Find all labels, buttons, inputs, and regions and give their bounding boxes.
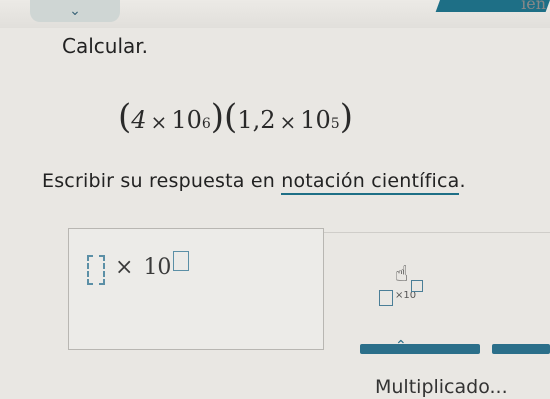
answer-times-sign: ×: [115, 255, 134, 280]
coef-a: 4: [131, 106, 147, 134]
chevron-up-icon[interactable]: ⌃: [395, 338, 407, 354]
top-bar: ⌄ ien: [0, 0, 550, 28]
divider: [322, 232, 550, 233]
math-expression: ( 4 × 10 6 ) ( 1,2 × 10 5 ): [118, 100, 353, 134]
base-b: 10: [300, 106, 331, 134]
coefficient-input[interactable]: [87, 255, 105, 285]
tab-active-indicator[interactable]: [360, 344, 480, 354]
times-sign-a: ×: [150, 110, 168, 134]
mantissa-box-icon: [379, 290, 393, 306]
exponent-b: 5: [330, 116, 340, 132]
exponent-input[interactable]: [173, 251, 190, 271]
exponent-box-icon: [411, 280, 423, 292]
bottom-section-label: Multiplicado...: [375, 376, 508, 398]
base-a: 10: [171, 106, 202, 134]
open-paren-2: (: [224, 97, 238, 137]
instruction-suffix: .: [459, 170, 466, 192]
instruction-prefix: Escribir su respuesta en: [42, 170, 282, 192]
answer-base: 10: [143, 255, 172, 280]
collapse-tab[interactable]: ⌄: [30, 0, 120, 22]
problem-prompt: Calcular.: [62, 34, 149, 58]
close-paren: ): [210, 97, 225, 137]
answer-box: × 10: [68, 228, 324, 350]
pointer-hand-icon: ☝: [395, 262, 409, 287]
answer-template: × 10: [87, 251, 190, 285]
coef-b: 1,2: [237, 106, 276, 134]
tab-indicator[interactable]: [492, 344, 550, 354]
times-sign-b: ×: [279, 110, 297, 134]
exponent-a: 6: [201, 116, 211, 132]
header-partial-text: ien: [521, 0, 546, 13]
close-paren-2: ): [339, 97, 353, 137]
scientific-notation-link[interactable]: notación científica: [281, 170, 460, 195]
chevron-down-icon: ⌄: [69, 3, 81, 19]
bottom-tab-bar: [360, 344, 550, 356]
instruction-text: Escribir su respuesta en notación cientí…: [42, 170, 466, 195]
open-paren: (: [118, 97, 132, 137]
